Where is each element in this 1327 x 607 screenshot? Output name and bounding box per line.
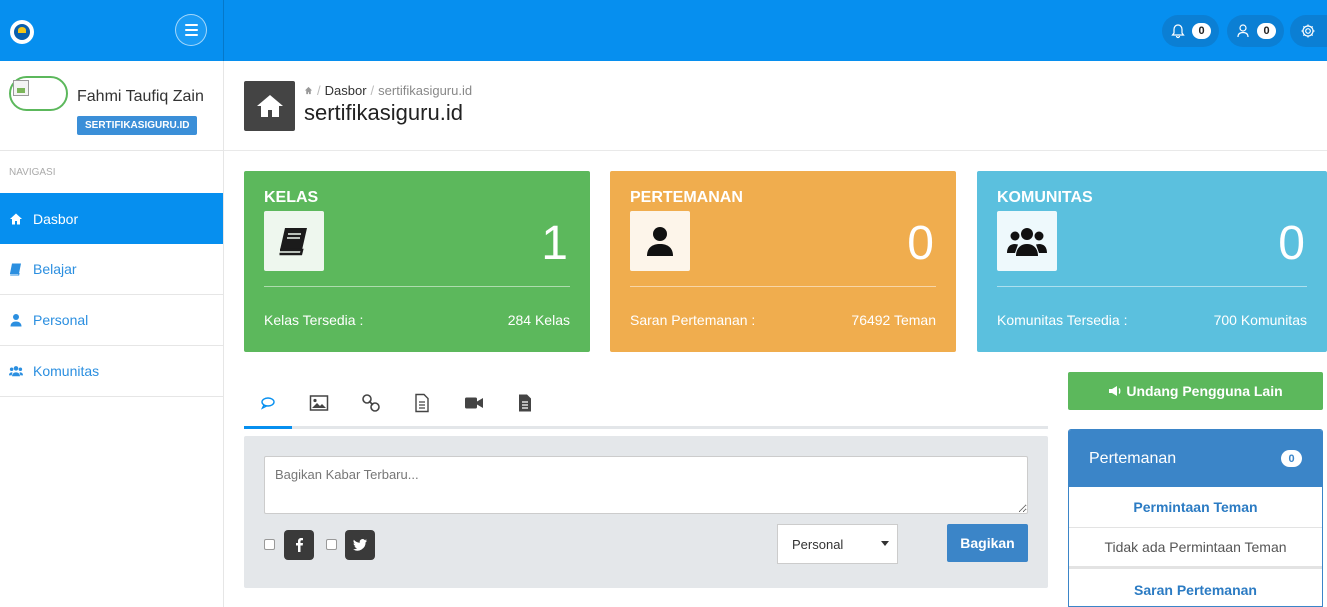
page-header: / Dasbor / sertifikasiguru.id sertifikas… xyxy=(224,61,1327,151)
friends-panel: Pertemanan 0 Permintaan Teman Tidak ada … xyxy=(1068,429,1323,607)
sidebar-item-dasbor[interactable]: Dasbor xyxy=(0,193,223,244)
file-icon xyxy=(519,394,531,412)
breadcrumb-separator: / xyxy=(317,83,321,98)
tab-status[interactable] xyxy=(244,380,292,429)
card-title: KOMUNITAS xyxy=(997,189,1093,206)
bell-icon xyxy=(1171,24,1185,39)
panel-title: Pertemanan xyxy=(1089,449,1177,467)
sidebar: Fahmi Taufiq Zain SERTIFIKASIGURU.ID NAV… xyxy=(0,61,224,607)
home-icon[interactable] xyxy=(304,86,313,95)
status-input[interactable] xyxy=(264,456,1028,514)
users-icon xyxy=(9,366,23,377)
sidebar-item-label: Komunitas xyxy=(33,363,100,379)
friends-panel-header: Pertemanan 0 xyxy=(1069,430,1322,487)
card-title: PERTEMANAN xyxy=(630,189,743,206)
divider xyxy=(630,286,936,287)
breadcrumb: / Dasbor / sertifikasiguru.id xyxy=(304,83,472,98)
user-profile: Fahmi Taufiq Zain SERTIFIKASIGURU.ID xyxy=(0,61,223,151)
avatar[interactable] xyxy=(9,76,68,111)
share-button[interactable]: Bagikan xyxy=(947,524,1028,562)
home-icon xyxy=(10,213,22,224)
card-footer-value: 700 Komunitas xyxy=(1213,312,1307,328)
broken-image-icon xyxy=(13,80,29,96)
card-title: KELAS xyxy=(264,189,319,206)
user-icon xyxy=(630,211,690,271)
sidebar-item-personal[interactable]: Personal xyxy=(0,295,223,346)
post-composer: Personal Bagikan xyxy=(244,436,1048,588)
video-icon xyxy=(465,397,483,409)
caret-down-icon xyxy=(881,541,889,546)
visibility-value: Personal xyxy=(792,536,844,552)
sidebar-item-label: Dasbor xyxy=(33,210,79,227)
hamburger-icon[interactable] xyxy=(175,14,207,46)
profile-name[interactable]: Fahmi Taufiq Zain xyxy=(77,88,204,106)
nav-title: NAVIGASI xyxy=(9,167,56,178)
card-pertemanan[interactable]: PERTEMANAN 0 Saran Pertemanan : 76492 Te… xyxy=(610,171,956,352)
breadcrumb-home[interactable]: Dasbor xyxy=(325,83,367,98)
home-icon xyxy=(244,81,295,131)
share-twitter-checkbox[interactable] xyxy=(326,539,337,550)
post-type-tabs xyxy=(244,380,1048,429)
top-navbar: 0 0 xyxy=(0,0,1327,61)
tab-link[interactable] xyxy=(347,380,395,426)
document-icon xyxy=(415,393,429,413)
gear-icon xyxy=(1301,24,1315,38)
card-value: 0 xyxy=(1278,217,1305,270)
divider xyxy=(997,286,1307,287)
friends-count-badge: 0 xyxy=(1281,450,1302,467)
card-komunitas[interactable]: KOMUNITAS 0 Komunitas Tersedia : 700 Kom… xyxy=(977,171,1327,352)
divider xyxy=(264,286,570,287)
tab-image[interactable] xyxy=(295,380,343,426)
card-footer-label: Kelas Tersedia : xyxy=(264,312,364,328)
sidebar-item-belajar[interactable]: Belajar xyxy=(0,244,223,295)
comment-icon xyxy=(260,397,275,410)
notifications-button[interactable]: 0 xyxy=(1162,15,1219,47)
user-request-icon xyxy=(1237,24,1249,38)
sidebar-item-komunitas[interactable]: Komunitas xyxy=(0,346,223,397)
friend-suggestions-link[interactable]: Saran Pertemanan xyxy=(1069,569,1322,606)
profile-badge: SERTIFIKASIGURU.ID xyxy=(77,116,198,135)
card-footer-label: Komunitas Tersedia : xyxy=(997,312,1128,328)
card-kelas[interactable]: KELAS 1 Kelas Tersedia : 284 Kelas xyxy=(244,171,590,352)
page-title: sertifikasiguru.id xyxy=(304,100,463,125)
book-icon xyxy=(264,211,324,271)
notifications-count: 0 xyxy=(1192,23,1211,39)
tab-file[interactable] xyxy=(501,380,549,426)
tab-document[interactable] xyxy=(398,380,446,426)
book-icon xyxy=(10,263,21,276)
card-value: 1 xyxy=(541,217,568,270)
no-requests-text: Tidak ada Permintaan Teman xyxy=(1069,528,1322,569)
settings-button[interactable] xyxy=(1290,15,1327,47)
logo[interactable] xyxy=(10,20,34,44)
invite-users-button[interactable]: Undang Pengguna Lain xyxy=(1068,372,1323,410)
image-icon xyxy=(309,395,329,411)
twitter-icon[interactable] xyxy=(345,530,375,560)
sidebar-item-label: Belajar xyxy=(33,261,77,277)
sidebar-item-label: Personal xyxy=(33,312,89,328)
tab-video[interactable] xyxy=(450,380,498,426)
user-icon xyxy=(10,314,22,327)
facebook-icon[interactable] xyxy=(284,530,314,560)
breadcrumb-separator: / xyxy=(370,83,375,98)
card-value: 0 xyxy=(907,217,934,270)
friend-requests-link[interactable]: Permintaan Teman xyxy=(1069,487,1322,528)
megaphone-icon xyxy=(1109,386,1121,396)
invite-label: Undang Pengguna Lain xyxy=(1126,383,1283,399)
requests-count: 0 xyxy=(1257,23,1276,39)
breadcrumb-current: sertifikasiguru.id xyxy=(378,83,473,98)
requests-button[interactable]: 0 xyxy=(1227,15,1284,47)
brand-area xyxy=(0,0,224,61)
card-footer-value: 76492 Teman xyxy=(851,312,936,328)
card-footer-value: 284 Kelas xyxy=(507,312,570,328)
card-footer-label: Saran Pertemanan : xyxy=(630,312,756,328)
visibility-select[interactable]: Personal xyxy=(777,524,898,564)
link-icon xyxy=(362,394,380,412)
share-facebook-checkbox[interactable] xyxy=(264,539,275,550)
users-icon xyxy=(997,211,1057,271)
